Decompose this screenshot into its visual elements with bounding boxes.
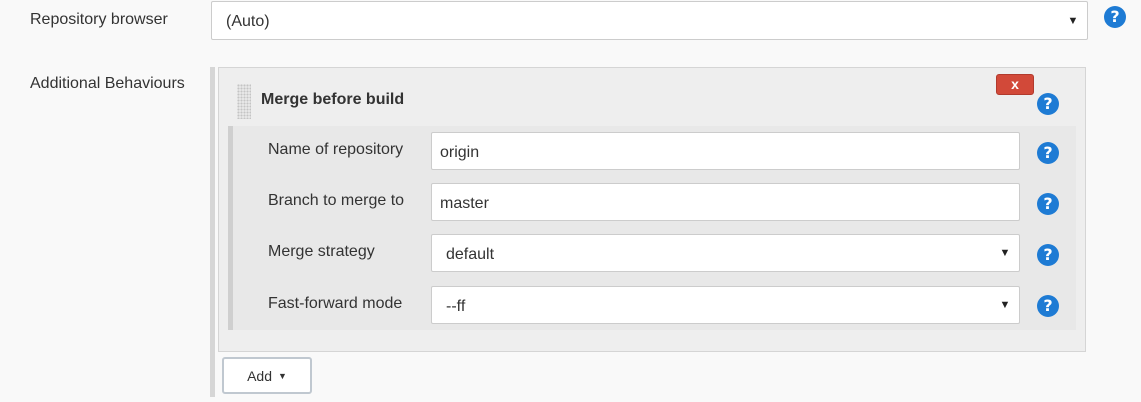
fast-forward-mode-help-icon[interactable]: ? xyxy=(1037,295,1059,317)
branch-to-merge-to-label: Branch to merge to xyxy=(268,192,405,209)
name-of-repository-label: Name of repository xyxy=(268,141,404,158)
merge-before-build-help-icon[interactable]: ? xyxy=(1037,93,1059,115)
caret-down-icon: ▼ xyxy=(278,370,287,381)
branch-to-merge-to-value: master xyxy=(440,194,489,212)
dropdown-arrow-icon: ▼ xyxy=(999,247,1011,259)
delete-behaviour-button[interactable]: x xyxy=(996,74,1034,95)
merge-strategy-value: default xyxy=(446,245,495,263)
repository-browser-value: (Auto) xyxy=(226,13,270,30)
fast-forward-mode-value: --ff xyxy=(446,297,466,315)
name-of-repository-input[interactable]: origin xyxy=(431,132,1020,170)
drag-handle-icon[interactable] xyxy=(237,84,251,119)
name-of-repository-help-icon[interactable]: ? xyxy=(1037,142,1059,164)
repository-browser-help-icon[interactable]: ? xyxy=(1104,6,1126,28)
repository-browser-select[interactable]: (Auto) ▼ xyxy=(211,1,1088,40)
repository-browser-label: Repository browser xyxy=(30,11,168,28)
add-button-label: Add xyxy=(247,367,272,384)
branch-to-merge-to-input[interactable]: master xyxy=(431,183,1020,221)
branch-to-merge-to-help-icon[interactable]: ? xyxy=(1037,193,1059,215)
fast-forward-mode-label: Fast-forward mode xyxy=(268,295,403,312)
behaviours-rail xyxy=(210,67,215,397)
name-of-repository-value: origin xyxy=(440,143,480,161)
merge-strategy-label: Merge strategy xyxy=(268,243,375,260)
dropdown-arrow-icon: ▼ xyxy=(1067,14,1079,27)
fast-forward-mode-select[interactable]: --ff ▼ xyxy=(431,286,1020,324)
dropdown-arrow-icon: ▼ xyxy=(999,299,1011,311)
merge-strategy-select[interactable]: default ▼ xyxy=(431,234,1020,272)
additional-behaviours-label: Additional Behaviours xyxy=(30,75,185,92)
merge-strategy-help-icon[interactable]: ? xyxy=(1037,244,1059,266)
add-behaviour-button[interactable]: Add ▼ xyxy=(222,357,312,394)
merge-before-build-title: Merge before build xyxy=(261,91,405,108)
